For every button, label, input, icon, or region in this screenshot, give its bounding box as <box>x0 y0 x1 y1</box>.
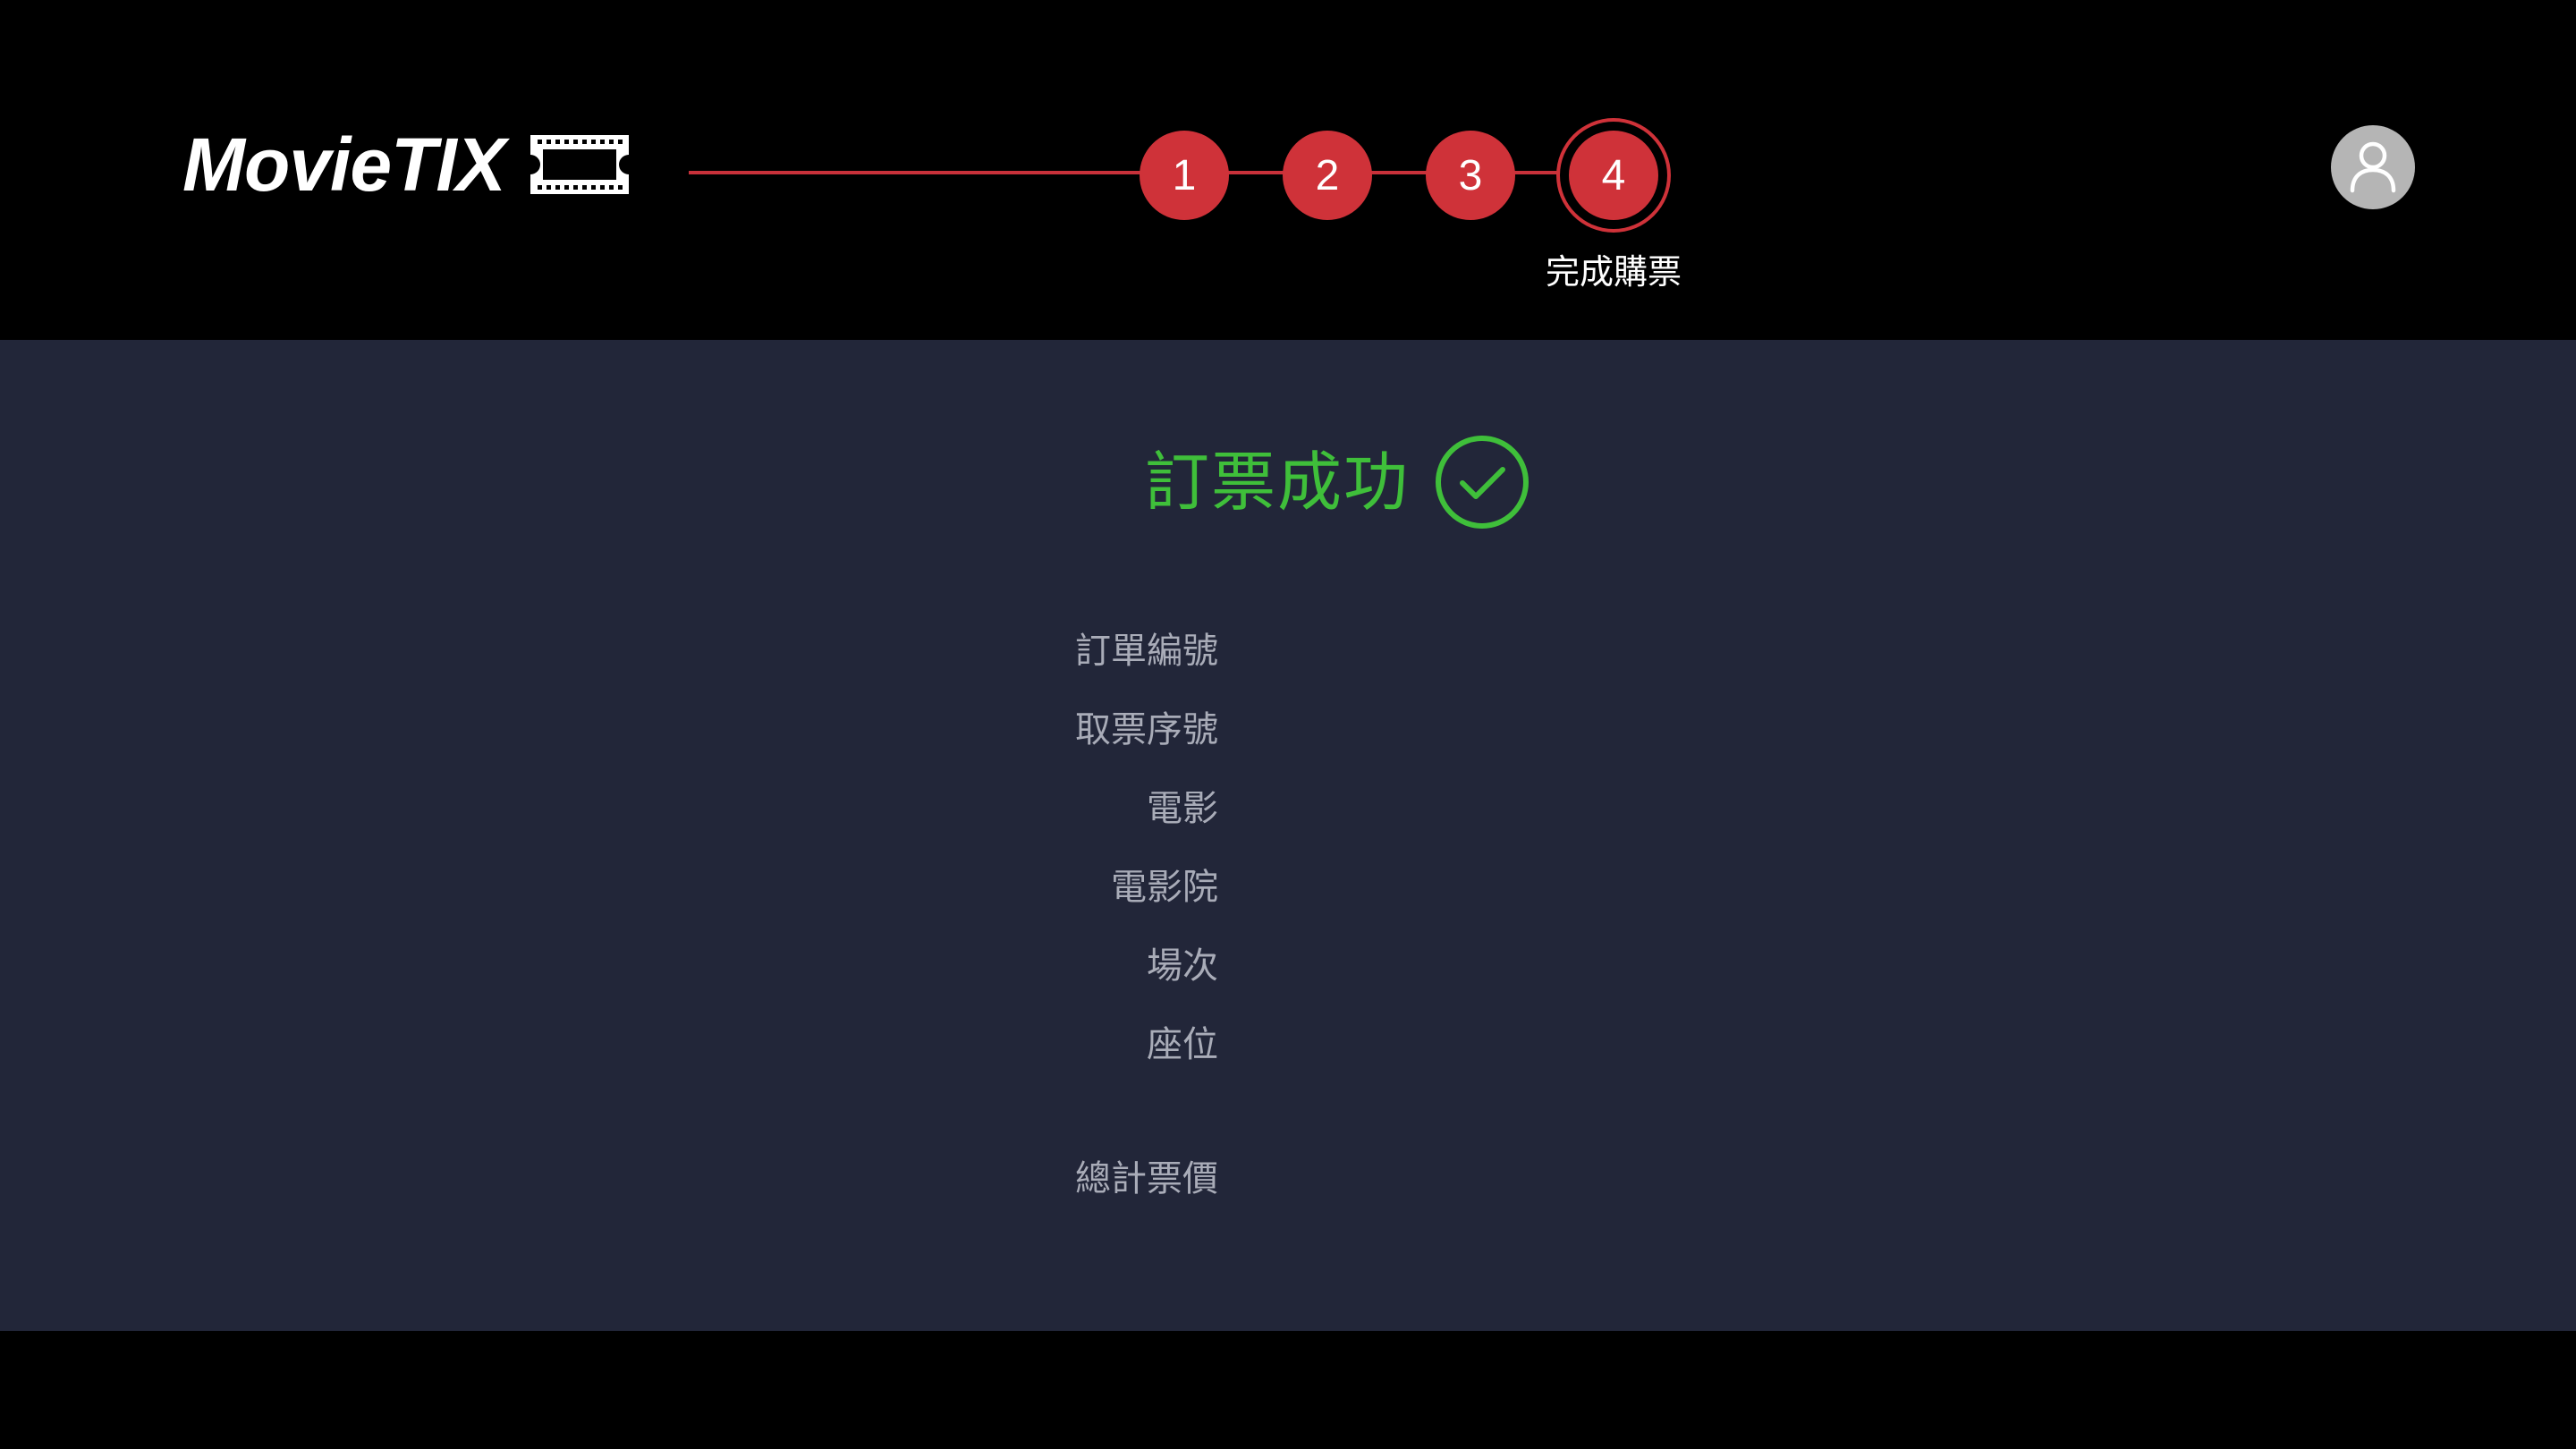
booking-success: 訂票成功 <box>1145 433 1530 531</box>
seat-label: 座位 <box>1147 1024 1218 1065</box>
total-price-label: 總計票價 <box>1075 1158 1218 1199</box>
brand-name: MovieTIX <box>182 123 506 207</box>
brand-logo[interactable]: MovieTIX <box>182 122 634 208</box>
user-icon <box>2350 141 2396 193</box>
footer <box>0 1331 2576 1449</box>
order-number-label: 訂單編號 <box>1075 631 1218 672</box>
step-3[interactable]: 3 <box>1426 131 1515 220</box>
ticket-serial-label: 取票序號 <box>1075 709 1218 750</box>
current-step-caption: 完成購票 <box>1545 252 1682 292</box>
showtime-label: 場次 <box>1147 945 1218 987</box>
ticket-icon <box>530 135 629 194</box>
movie-label: 電影 <box>1147 788 1218 829</box>
success-title: 訂票成功 <box>1145 445 1411 520</box>
user-avatar-button[interactable] <box>2331 125 2415 209</box>
step-4-current[interactable]: 4 <box>1569 131 1658 220</box>
header: MovieTIX 1 2 3 4 完成購票 <box>0 0 2576 340</box>
step-2[interactable]: 2 <box>1283 131 1372 220</box>
step-1[interactable]: 1 <box>1140 131 1229 220</box>
cinema-label: 電影院 <box>1111 867 1218 908</box>
check-circle-icon <box>1436 436 1530 529</box>
app-root: MovieTIX 1 2 3 4 完成購票 訂票成功 訂單編號 取票序號 電影 … <box>0 0 2576 1449</box>
